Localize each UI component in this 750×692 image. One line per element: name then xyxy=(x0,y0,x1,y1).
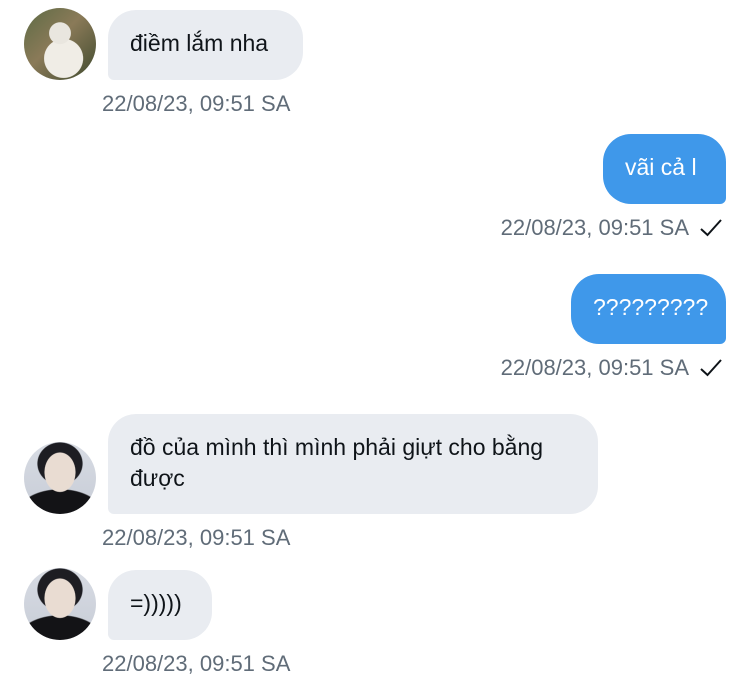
message-bubble-incoming[interactable]: =))))) xyxy=(108,570,212,640)
message-bubble-incoming[interactable]: điềm lắm nha xyxy=(108,10,303,80)
message-timestamp: 22/08/23, 09:51 SA xyxy=(102,525,291,550)
sender-avatar[interactable] xyxy=(24,442,96,514)
sent-check-icon xyxy=(700,219,722,237)
message-bubble-incoming[interactable]: đồ của mình thì mình phải giựt cho bằng … xyxy=(108,414,598,514)
sender-avatar[interactable] xyxy=(24,568,96,640)
message-bubble-outgoing[interactable]: ????????? xyxy=(571,274,726,344)
message-timestamp: 22/08/23, 09:51 SA xyxy=(500,215,689,240)
message-timestamp: 22/08/23, 09:51 SA xyxy=(500,355,689,380)
message-timestamp: 22/08/23, 09:51 SA xyxy=(102,651,291,676)
message-bubble-outgoing[interactable]: vãi cả l xyxy=(603,134,726,204)
sender-avatar[interactable] xyxy=(24,8,96,80)
sent-check-icon xyxy=(700,359,722,377)
message-timestamp: 22/08/23, 09:51 SA xyxy=(102,91,291,116)
